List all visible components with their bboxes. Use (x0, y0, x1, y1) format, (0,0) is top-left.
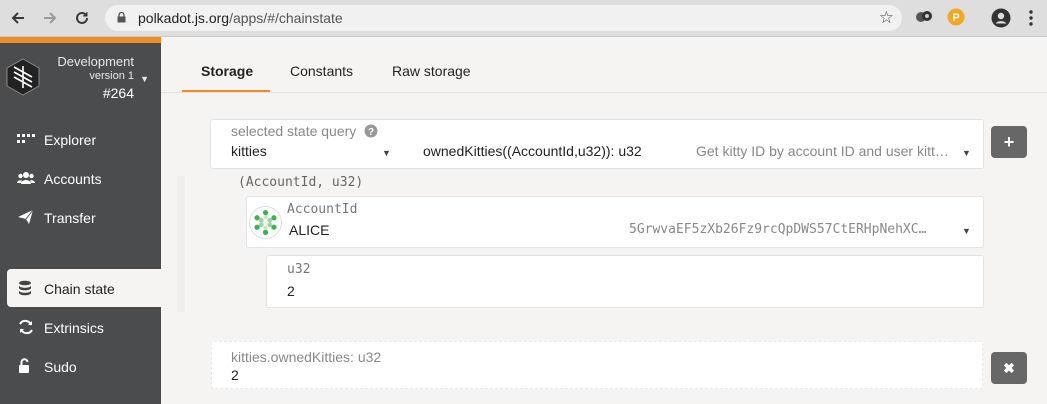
sidebar-item-explorer[interactable]: Explorer (0, 120, 161, 158)
help-icon[interactable]: ? (364, 124, 378, 138)
account-dropdown-icon[interactable]: ▼ (962, 226, 971, 236)
sidebar-item-transfer[interactable]: Transfer (0, 198, 161, 236)
sync-icon (19, 319, 33, 335)
sidebar: Development version 1 #264 ▼ Explorer Ac… (0, 37, 161, 404)
browser-toolbar: polkadot.js.org/apps/#/chainstate ☆ P (0, 0, 1047, 37)
sidebar-item-chain-state[interactable]: Chain state (7, 269, 161, 307)
forward-arrow-icon[interactable] (38, 6, 62, 30)
account-name: ALICE (289, 222, 330, 238)
params-tuple-label: (AccountId, u32) (238, 175, 364, 190)
remove-query-button[interactable]: ✖ (991, 352, 1027, 384)
sidebar-item-label: Explorer (44, 132, 97, 148)
sidebar-item-label: Accounts (44, 171, 102, 187)
sidebar-item-label: Extrinsics (44, 320, 104, 336)
unlock-icon (19, 358, 29, 373)
u32-label: u32 (287, 262, 311, 277)
best-block-number: #264 (102, 85, 134, 101)
back-arrow-icon[interactable] (6, 6, 30, 30)
module-dropdown-icon[interactable]: ▼ (382, 148, 391, 158)
sidebar-item-extrinsics[interactable]: Extrinsics (0, 308, 161, 346)
users-icon (17, 172, 35, 184)
query-result: kitties.ownedKitties: u32 2 (211, 341, 983, 389)
chain-version: version 1 (89, 70, 134, 82)
u32-input[interactable]: u32 2 (266, 255, 984, 308)
identicon-avatar (249, 206, 282, 239)
result-value: 2 (231, 367, 239, 383)
sidebar-item-label: Transfer (44, 210, 96, 226)
explorer-icon (17, 134, 35, 143)
chain-name[interactable]: Development (57, 54, 134, 69)
sidebar-item-label: Sudo (44, 359, 77, 375)
result-label: kitties.ownedKitties: u32 (231, 349, 382, 365)
svg-text:P: P (952, 12, 959, 24)
method-description: Get kitty ID by account ID and user kitt… (696, 143, 949, 159)
sidebar-item-sudo[interactable]: Sudo (0, 347, 161, 385)
sidebar-item-label: Chain state (44, 281, 115, 297)
bookmark-star-icon[interactable]: ☆ (879, 8, 894, 28)
lock-icon (117, 12, 126, 23)
params-indent (177, 176, 185, 312)
u32-value: 2 (287, 283, 295, 299)
method-dropdown-icon[interactable]: ▼ (962, 148, 971, 158)
polkadot-extension-icon[interactable]: P (947, 8, 965, 31)
accent-bar (0, 37, 161, 43)
module-dropdown[interactable]: kitties (231, 143, 267, 159)
svg-text:?: ? (368, 127, 374, 138)
tab-constants[interactable]: Constants (274, 37, 364, 92)
url-text: polkadot.js.org/apps/#/chainstate (138, 10, 343, 26)
add-query-button[interactable]: + (991, 126, 1027, 158)
kebab-menu-icon[interactable] (1028, 10, 1034, 31)
tab-raw-storage[interactable]: Raw storage (376, 37, 481, 92)
polkadot-logo-icon[interactable] (4, 58, 42, 96)
state-query-selector: selected state query ? kitties ▼ ownedKi… (210, 119, 984, 169)
query-label: selected state query (231, 123, 357, 139)
chain-dropdown-icon[interactable]: ▼ (140, 74, 149, 84)
address-bar[interactable]: polkadot.js.org/apps/#/chainstate ☆ (105, 5, 902, 31)
send-icon (18, 209, 34, 224)
method-dropdown[interactable]: ownedKitties((AccountId,u32)): u32 (423, 143, 642, 159)
profile-icon[interactable] (991, 8, 1011, 33)
database-icon (19, 280, 31, 296)
account-address: 5GrwvaEF5zXb26Fz9rcQpDWS57CtERHpNehXC… (629, 222, 927, 237)
extension-icon[interactable] (915, 8, 933, 31)
account-id-label: AccountId (287, 202, 358, 217)
reload-icon[interactable] (70, 6, 94, 30)
tab-bar: Storage Constants Raw storage (161, 37, 1047, 93)
tab-storage[interactable]: Storage (182, 37, 270, 92)
account-id-input[interactable]: AccountId ALICE 5GrwvaEF5zXb26Fz9rcQpDWS… (246, 196, 984, 248)
sidebar-item-accounts[interactable]: Accounts (0, 159, 161, 197)
